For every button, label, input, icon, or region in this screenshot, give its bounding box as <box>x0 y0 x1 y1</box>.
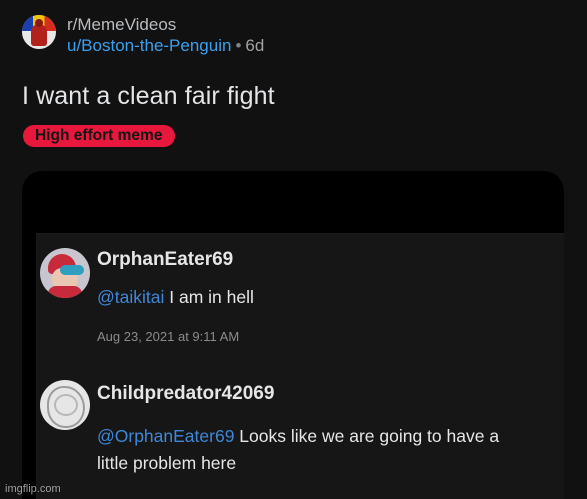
post-header: r/MemeVideos u/Boston-the-Penguin • 6d <box>22 15 264 57</box>
author-link[interactable]: u/Boston-the-Penguin <box>67 36 231 55</box>
comment-username: OrphanEater69 <box>97 249 234 270</box>
comment-body: I am in hell <box>164 287 254 307</box>
flair-badge[interactable]: High effort meme <box>23 125 176 147</box>
comment-text: @taikitai I am in hell <box>97 285 254 310</box>
commenter-avatar <box>40 380 90 430</box>
post-media-image[interactable]: OrphanEater69 @taikitai I am in hell Aug… <box>22 171 564 499</box>
sketch-detail <box>54 394 78 416</box>
comment-text-line2: little problem here <box>97 453 237 473</box>
comment-text: @OrphanEater69 Looks like we are going t… <box>97 424 499 449</box>
comment-body: Looks like we are going to have a <box>234 426 500 446</box>
subreddit-avatar[interactable] <box>22 15 56 49</box>
imgflip-watermark: imgflip.com <box>5 483 61 495</box>
subreddit-link[interactable]: r/MemeVideos <box>67 15 264 35</box>
commenter-avatar <box>40 248 90 298</box>
post-age: 6d <box>245 36 265 55</box>
comment-screenshot: OrphanEater69 @taikitai I am in hell Aug… <box>36 233 564 499</box>
post-meta: r/MemeVideos u/Boston-the-Penguin • 6d <box>67 15 264 57</box>
byline: u/Boston-the-Penguin • 6d <box>67 35 264 57</box>
goggles-icon <box>60 265 84 275</box>
mention-link: @OrphanEater69 <box>97 426 235 446</box>
post-title[interactable]: I want a clean fair fight <box>22 82 275 111</box>
mention-link: @taikitai <box>97 287 165 307</box>
avatar-body <box>48 286 82 298</box>
comment-timestamp: Aug 23, 2021 at 9:11 AM <box>97 329 240 344</box>
separator-dot: • <box>235 36 242 55</box>
superhero-icon <box>31 19 47 46</box>
comment-username: Childpredator42069 <box>97 383 275 404</box>
